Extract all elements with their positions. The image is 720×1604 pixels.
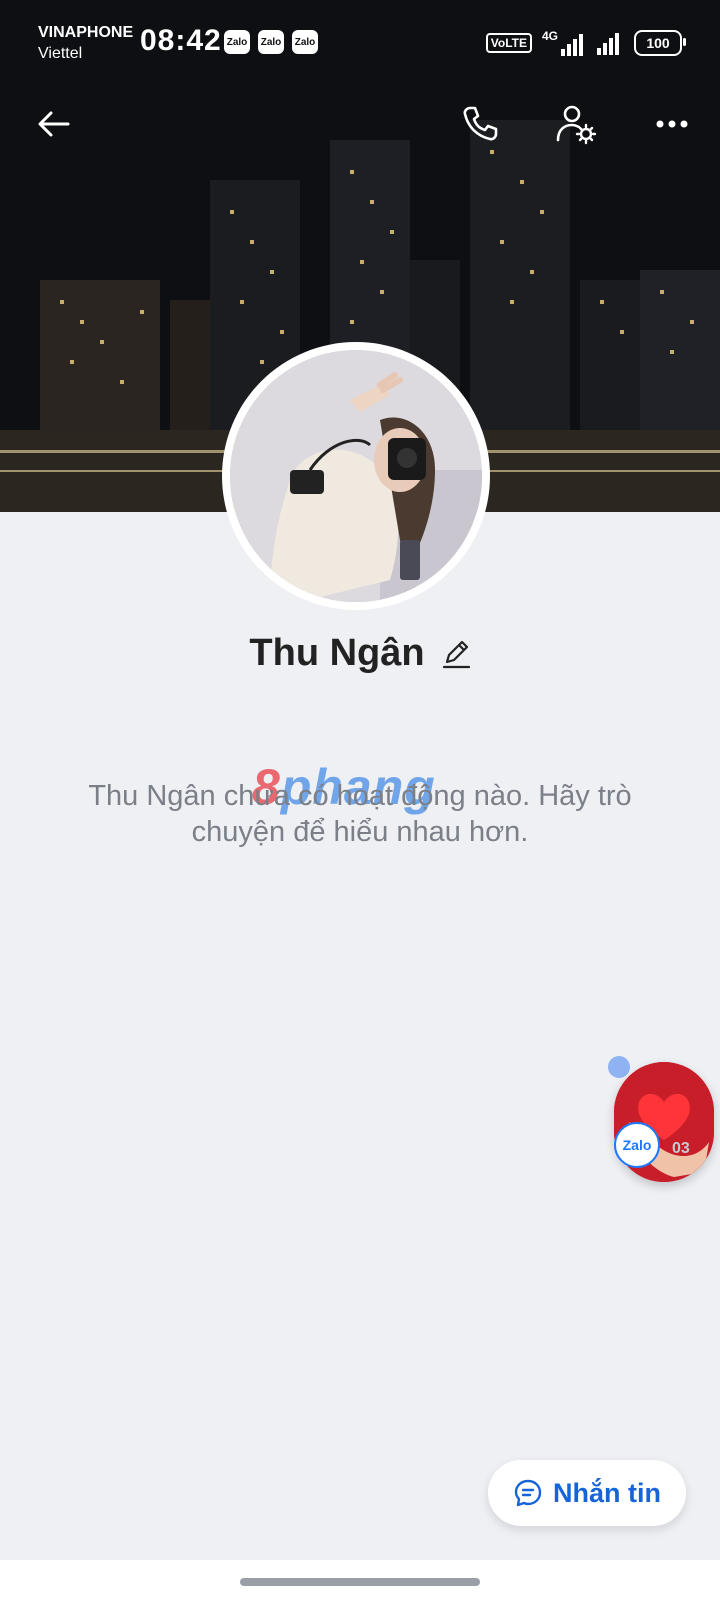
empty-activity-message: Thu Ngân chưa có hoạt động nào. Hãy trò … [88,780,632,848]
edit-name-button[interactable] [441,638,471,670]
bubble-badge-count: 03 [672,1140,690,1157]
carrier-secondary: Viettel [38,45,83,62]
chat-bubble-icon [514,1479,542,1507]
signal-bars-icon [597,33,619,55]
status-bar: VINAPHONE Viettel 08:42 Zalo Zalo Zalo V… [0,0,720,90]
profile-settings-button[interactable] [552,100,600,148]
arrow-left-icon [38,111,70,137]
send-message-label: Nhắn tin [553,1477,661,1508]
zalo-app-badge: Zalo [614,1122,660,1168]
system-icons: VoLTE 4G 100 [485,28,686,58]
battery-icon: 100 [634,30,686,56]
profile-name: Thu Ngân [249,632,425,674]
more-options-button[interactable] [648,100,696,148]
call-button[interactable] [456,100,504,148]
phone-icon [463,106,498,141]
volte-icon: VoLTE [485,33,532,53]
user-settings-icon [556,105,597,145]
profile-name-row: Thu Ngân [0,632,720,675]
bubble-indicator-dot [608,1056,630,1078]
zalo-notification-icon: Zalo [292,30,318,54]
avatar-container[interactable] [222,342,490,610]
signal-4g-icon: 4G [542,29,586,57]
back-button[interactable] [30,100,78,148]
zalo-notification-icon: Zalo [258,30,284,54]
carrier-primary: VINAPHONE [38,24,134,41]
avatar[interactable] [230,350,482,602]
status-time: 08:42 [140,24,222,57]
pencil-icon [442,640,470,668]
signal-bars-icon [561,34,583,56]
carrier-info: VINAPHONE Viettel [38,22,133,64]
network-type-label: 4G [541,29,558,43]
zalo-notification-icon: Zalo [224,30,250,54]
send-message-button[interactable]: Nhắn tin [488,1460,686,1526]
avatar-photo [230,350,482,602]
home-indicator[interactable] [240,1578,480,1586]
more-horizontal-icon [656,120,688,128]
